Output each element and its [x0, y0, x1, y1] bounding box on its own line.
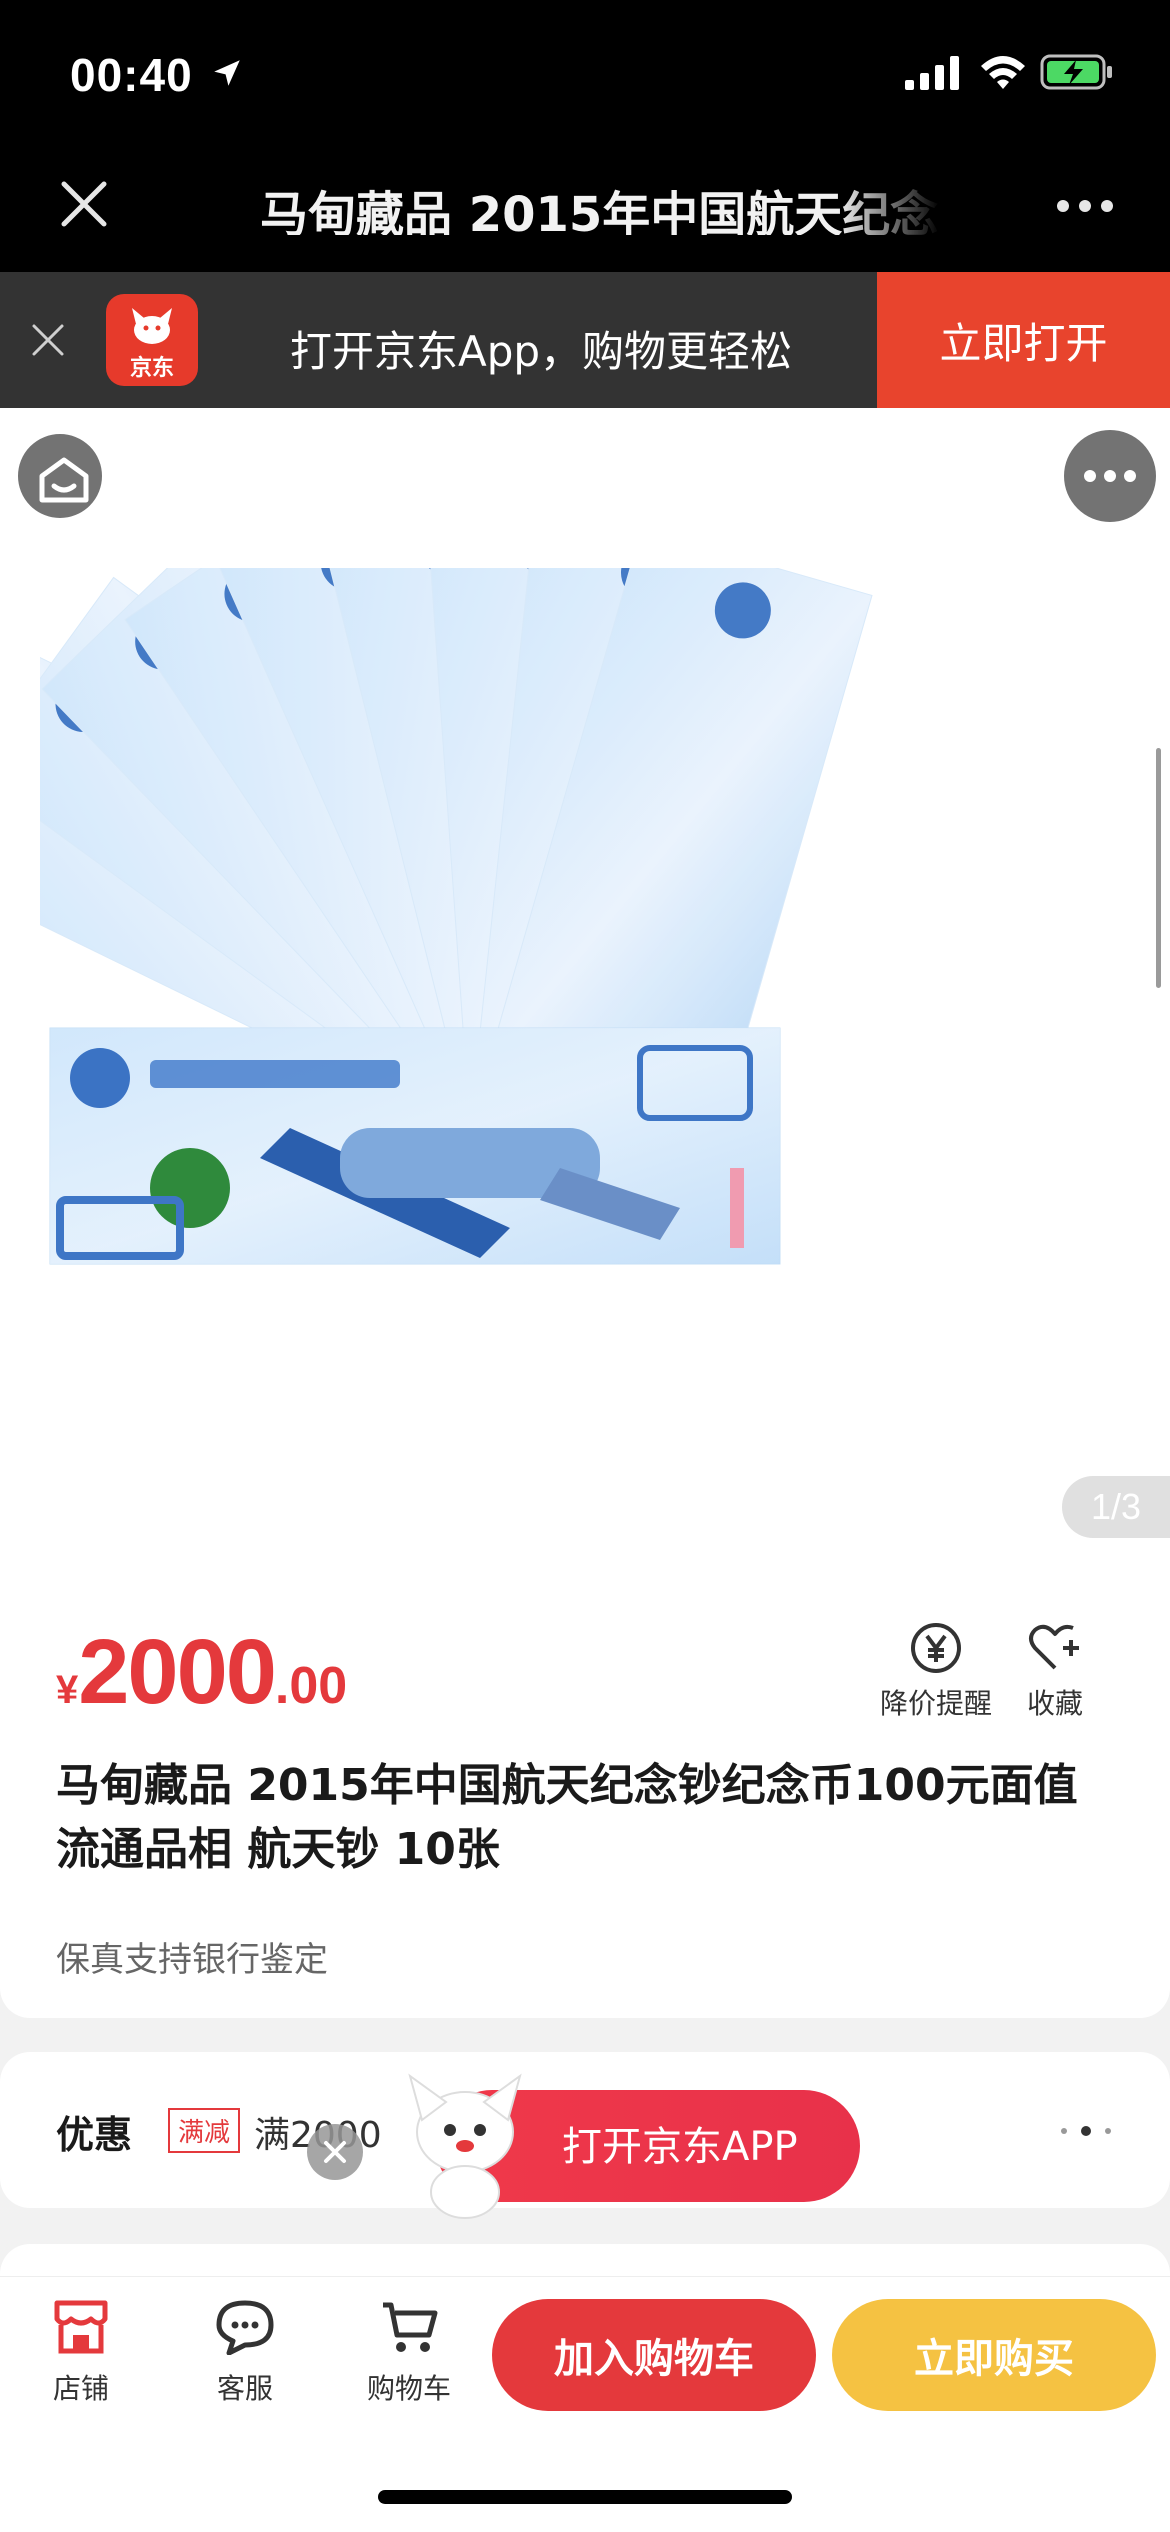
- home-indicator[interactable]: [378, 2490, 792, 2504]
- price-decimal: .00: [274, 1657, 348, 1715]
- price-alert-label: 降价提醒: [879, 1687, 992, 1720]
- image-pager: 1/3: [1062, 1476, 1170, 1538]
- add-to-cart-button[interactable]: 加入购物车: [492, 2299, 816, 2411]
- location-arrow-icon: [214, 60, 240, 86]
- tab-cart-label: 购物车: [366, 2372, 451, 2405]
- scrollbar[interactable]: [1156, 748, 1161, 988]
- heart-plus-icon: [1029, 1624, 1079, 1670]
- tab-shop-label: 店铺: [52, 2372, 109, 2405]
- cart-icon: [383, 2302, 438, 2352]
- price-alert-button[interactable]: 降价提醒: [876, 1620, 996, 1722]
- shop-icon: [54, 2300, 108, 2354]
- signal-icon: [905, 56, 959, 90]
- top-bar: 00:40 马甸藏品 2015年中国航天纪念钞纪念币100元面值流通品相 航天钞…: [0, 0, 1170, 272]
- product-subtitle: 保真支持银行鉴定: [56, 1940, 328, 1980]
- product-photo: [40, 568, 873, 1265]
- front-banknote: [49, 1027, 781, 1265]
- status-time: 00:40: [70, 49, 193, 101]
- open-app-banner: 京东 打开京东App，购物更轻松 立即打开: [0, 272, 1170, 408]
- page-title: 马甸藏品 2015年中国航天纪念钞纪念币100元面值流通品相 航天钞 10张: [260, 187, 940, 235]
- floating-close-button[interactable]: [307, 2124, 363, 2180]
- price-integer: 2000: [78, 1621, 277, 1723]
- more-options-icon[interactable]: [1055, 196, 1115, 216]
- gallery-more-button[interactable]: [1064, 430, 1156, 522]
- price-alert-icon: [911, 1623, 961, 1673]
- banner-text: 打开京东App，购物更轻松: [290, 327, 793, 376]
- floating-open-app-label: 打开京东APP: [562, 2124, 798, 2170]
- jd-mascot-icon: [408, 2073, 522, 2219]
- price: ¥2000.00: [56, 1620, 347, 1725]
- product-title: 马甸藏品 2015年中国航天纪念钞纪念币100元面值流通品相 航天钞 10张: [56, 1760, 1078, 1875]
- buy-now-button[interactable]: 立即购买: [832, 2299, 1156, 2411]
- home-button[interactable]: [14, 430, 106, 522]
- tab-shop[interactable]: 店铺: [26, 2299, 136, 2407]
- open-app-button[interactable]: 立即打开: [877, 272, 1170, 408]
- banner-close-icon[interactable]: [30, 322, 66, 358]
- close-page-icon[interactable]: [58, 178, 110, 230]
- jd-logo: 京东: [106, 294, 198, 386]
- promo-dots-icon: [1061, 2126, 1111, 2136]
- battery-charging-icon: [1040, 54, 1112, 90]
- favorite-button[interactable]: 收藏: [1010, 1620, 1100, 1722]
- favorite-label: 收藏: [1026, 1687, 1083, 1720]
- tab-customer-service-label: 客服: [216, 2372, 273, 2405]
- price-currency: ¥: [56, 1668, 79, 1712]
- more-dots-icon: [1084, 470, 1136, 482]
- chat-bubble-icon: [216, 2300, 274, 2355]
- tab-cart[interactable]: 购物车: [354, 2299, 464, 2407]
- product-gallery[interactable]: 1/3: [0, 408, 1170, 1538]
- jd-logo-text: 京东: [129, 356, 174, 381]
- tab-customer-service[interactable]: 客服: [190, 2299, 300, 2407]
- promo-tag: 满减: [168, 2108, 241, 2153]
- promo-label: 优惠: [56, 2113, 133, 2157]
- close-icon: [324, 2141, 346, 2163]
- home-icon: [39, 457, 89, 503]
- jd-dog-icon: [132, 308, 172, 344]
- product-info-card: ¥2000.00 降价提醒 收藏 马甸藏品 2015年中国航天纪念钞纪念币100…: [0, 1538, 1170, 2018]
- wifi-icon: [981, 56, 1025, 89]
